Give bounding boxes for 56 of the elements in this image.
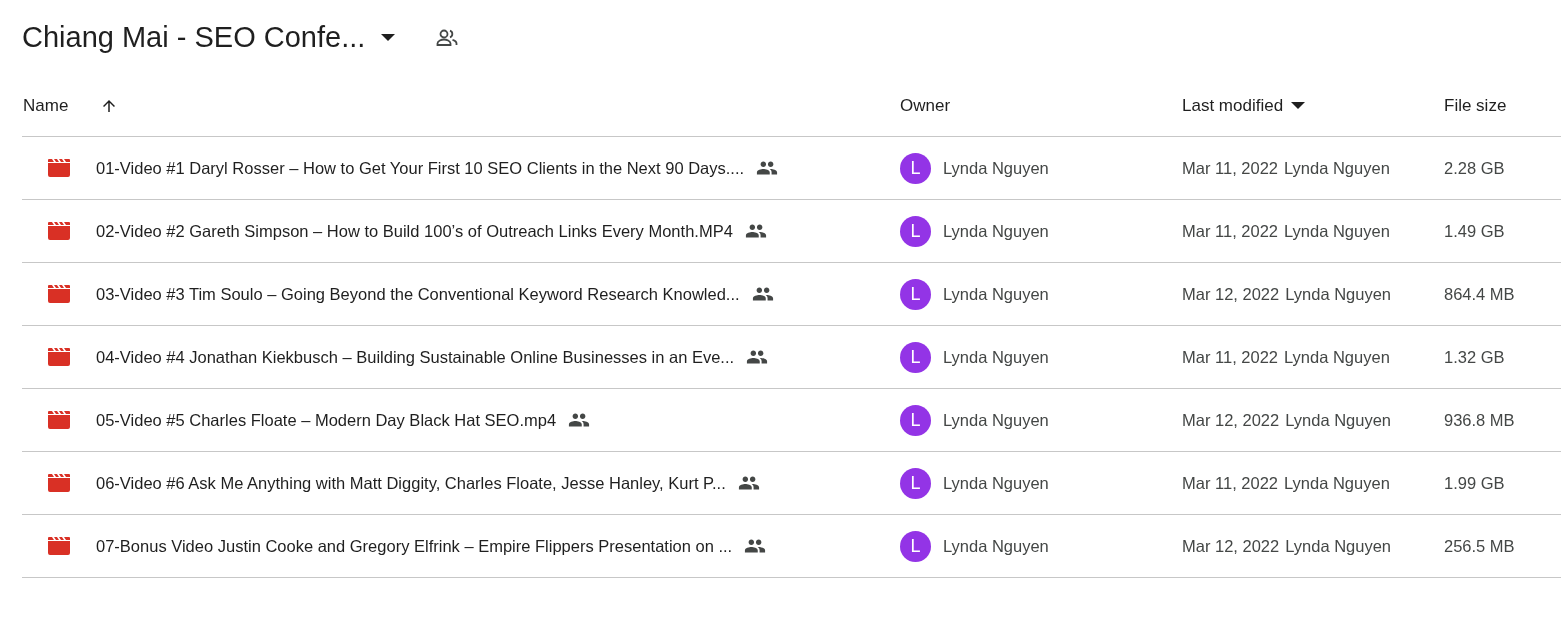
video-file-icon xyxy=(48,285,70,303)
file-name[interactable]: 02-Video #2 Gareth Simpson – How to Build 100’s of Outreach Links Every Month.MP4 xyxy=(96,218,733,244)
video-file-icon xyxy=(48,411,70,429)
modified-by: Lynda Nguyen xyxy=(1284,220,1390,242)
owner-name: Lynda Nguyen xyxy=(943,535,1049,557)
file-name[interactable]: 07-Bonus Video Justin Cooke and Gregory Elfrink – Empire Flippers Presentation on ... xyxy=(96,533,733,559)
owner-avatar: L xyxy=(900,341,931,373)
video-file-icon xyxy=(48,474,70,492)
modified-date: Mar 12, 2022 xyxy=(1182,535,1280,557)
column-header[interactable]: Last modified xyxy=(1182,93,1284,119)
file-name[interactable]: 03-Video #3 Tim Soulo – Going Beyond the Conventional Keyword Research Knowled... xyxy=(96,281,740,307)
video-file-icon xyxy=(48,537,70,555)
modified-by: Lynda Nguyen xyxy=(1285,535,1392,557)
owner-avatar: L xyxy=(900,215,931,247)
video-file-icon xyxy=(48,159,70,177)
modified-by: Lynda Nguyen xyxy=(1284,157,1390,179)
owner-avatar: L xyxy=(900,530,931,562)
modified-by: Lynda Nguyen xyxy=(1285,409,1392,431)
owner-name: Lynda Nguyen xyxy=(943,409,1049,431)
owner-name: Lynda Nguyen xyxy=(943,220,1049,242)
owner-avatar: L xyxy=(900,152,931,184)
modified-date: Mar 11, 2022 xyxy=(1182,157,1278,179)
modified-by: Lynda Nguyen xyxy=(1284,472,1390,494)
file-name[interactable]: 06-Video #6 Ask Me Anything with Matt Diggity, Charles Floate, Jesse Hanley, Kurt P... xyxy=(96,470,726,496)
folder-title[interactable]: Chiang Mai - SEO Confe... xyxy=(22,16,366,60)
modified-date: Mar 12, 2022 xyxy=(1182,283,1280,305)
file-name[interactable]: 04-Video #4 Jonathan Kiekbusch – Building Sustainable Online Businesses in an Eve... xyxy=(96,344,735,370)
column-header[interactable]: Owner xyxy=(900,93,951,119)
file-name[interactable]: 01-Video #1 Daryl Rosser – How to Get Your First 10 SEO Clients in the Next 90 Days.... xyxy=(96,155,745,181)
owner-avatar: L xyxy=(900,467,931,499)
column-header[interactable]: File size xyxy=(1444,93,1507,119)
owner-name: Lynda Nguyen xyxy=(943,283,1049,305)
file-size: 1.99 GB xyxy=(1444,473,1505,492)
file-size: 1.32 GB xyxy=(1444,347,1505,366)
owner-avatar: L xyxy=(900,404,931,436)
owner-name: Lynda Nguyen xyxy=(943,472,1049,494)
video-file-icon xyxy=(48,348,70,366)
file-size: 256.5 MB xyxy=(1444,536,1515,555)
video-file-icon xyxy=(48,222,70,240)
owner-name: Lynda Nguyen xyxy=(943,346,1049,368)
modified-by: Lynda Nguyen xyxy=(1284,346,1390,368)
file-name[interactable]: 05-Video #5 Charles Floate – Modern Day Black Hat SEO.mp4 xyxy=(96,407,557,433)
modified-date: Mar 12, 2022 xyxy=(1182,409,1280,431)
column-header[interactable]: Name xyxy=(23,93,69,119)
file-size: 864.4 MB xyxy=(1444,284,1515,303)
owner-avatar: L xyxy=(900,278,931,310)
caret-icon[interactable] xyxy=(381,34,396,42)
owner-name: Lynda Nguyen xyxy=(943,157,1049,179)
file-size: 936.8 MB xyxy=(1444,410,1515,429)
sort-caret-icon[interactable] xyxy=(1291,102,1306,110)
modified-date: Mar 11, 2022 xyxy=(1182,346,1278,368)
modified-date: Mar 11, 2022 xyxy=(1182,472,1278,494)
modified-date: Mar 11, 2022 xyxy=(1182,220,1278,242)
file-size: 2.28 GB xyxy=(1444,158,1505,177)
modified-by: Lynda Nguyen xyxy=(1285,283,1392,305)
file-size: 1.49 GB xyxy=(1444,221,1505,240)
